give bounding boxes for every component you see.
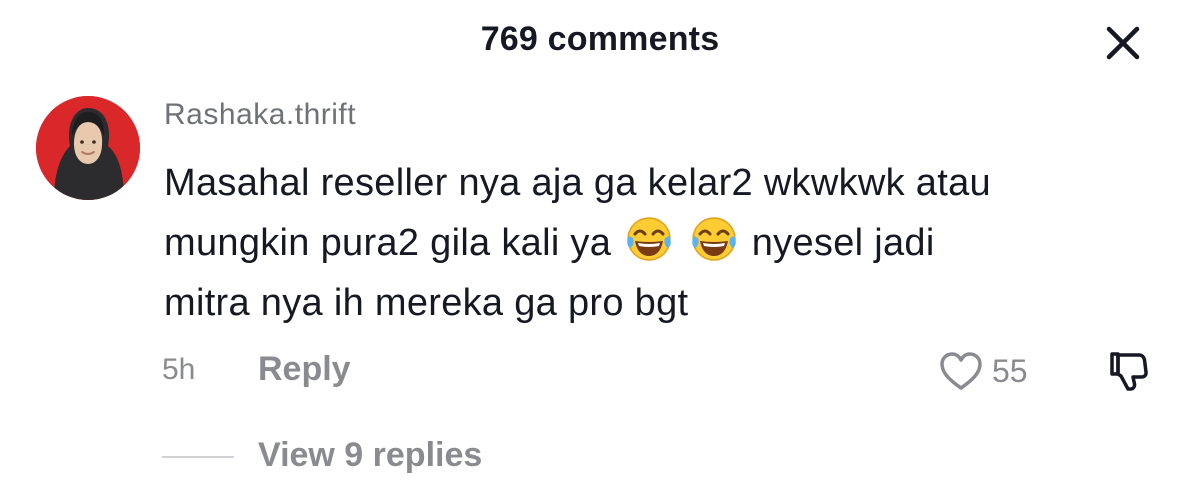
reply-button[interactable]: Reply bbox=[258, 350, 351, 389]
comment-username[interactable]: Rashaka.thrift bbox=[164, 98, 356, 132]
comment-line-2-tail: nyesel jadi bbox=[751, 222, 935, 264]
comments-count-title: 769 comments bbox=[480, 20, 720, 58]
heart-outline-icon bbox=[940, 352, 982, 390]
comment-line-3: mitra nya ih mereka ga pro bgt bbox=[164, 282, 689, 324]
tears-of-joy-emoji-icon bbox=[624, 214, 674, 264]
avatar-image bbox=[36, 96, 140, 200]
comment-line-2-text: mungkin pura2 gila kali ya bbox=[164, 222, 612, 264]
thumbs-down-icon bbox=[1110, 352, 1148, 391]
like-count: 55 bbox=[992, 353, 1028, 389]
comment-line-1: Masahal reseller nya aja ga kelar2 wkwkw… bbox=[164, 162, 991, 204]
view-replies-button[interactable]: View 9 replies bbox=[258, 436, 482, 475]
comment-line-2: mungkin pura2 gila kali ya nyesel jadi bbox=[164, 213, 1144, 273]
comment-text: Masahal reseller nya aja ga kelar2 wkwkw… bbox=[164, 153, 1144, 333]
avatar[interactable] bbox=[36, 96, 140, 200]
close-button[interactable] bbox=[1100, 20, 1146, 66]
replies-divider bbox=[162, 456, 234, 458]
comments-panel: 769 comments Rashaka.thrift Masahal rese… bbox=[0, 0, 1200, 487]
tears-of-joy-emoji-icon bbox=[689, 214, 739, 264]
like-button[interactable] bbox=[938, 350, 984, 392]
dislike-button[interactable] bbox=[1106, 348, 1152, 394]
comment-timestamp: 5h bbox=[162, 353, 196, 386]
close-icon bbox=[1106, 26, 1140, 60]
